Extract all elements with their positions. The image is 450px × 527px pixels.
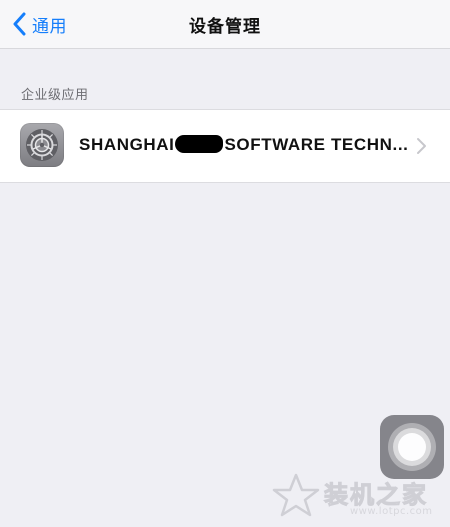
profile-name: SHANGHAI SOFTWARE TECHN... <box>79 135 408 155</box>
enterprise-app-row[interactable]: SHANGHAI SOFTWARE TECHN... <box>0 109 450 183</box>
profile-name-prefix: SHANGHAI <box>79 135 175 154</box>
section-header: 企业级应用 <box>21 88 89 103</box>
settings-gear-icon <box>20 123 64 167</box>
watermark-url: www.lotpc.com <box>350 506 433 517</box>
star-logo-icon <box>272 473 320 517</box>
watermark: 装机之家 www.lotpc.com <box>272 470 448 524</box>
redaction-mark <box>175 135 224 153</box>
navigation-bar: 通用 设备管理 <box>0 0 450 49</box>
chevron-right-icon <box>416 137 428 155</box>
assistive-touch-inner-dot <box>398 433 426 461</box>
watermark-brand: 装机之家 <box>324 481 428 510</box>
assistive-touch-outer-ring <box>388 423 436 471</box>
device-management-screen: 通用 设备管理 企业级应用 SHANGHAI SOFTWARE TECHN...… <box>0 0 450 527</box>
assistive-touch-middle-ring <box>393 428 431 466</box>
page-title: 设备管理 <box>189 17 261 37</box>
profile-name-suffix: SOFTWARE TECHN... <box>224 135 409 154</box>
